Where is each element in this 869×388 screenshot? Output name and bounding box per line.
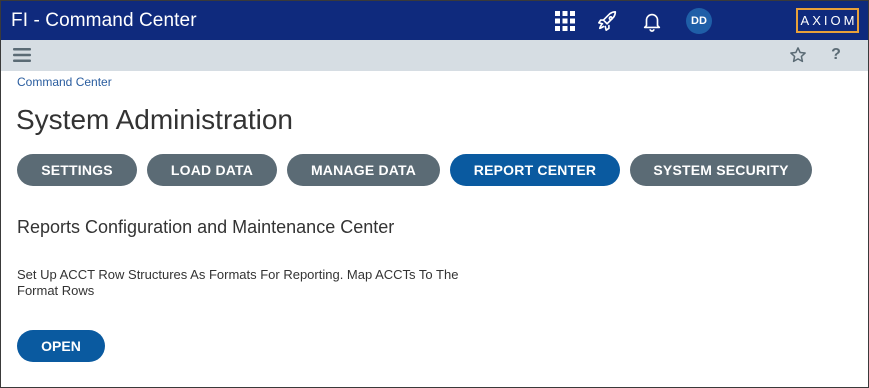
open-button[interactable]: OPEN [17, 330, 105, 362]
bell-icon[interactable] [640, 9, 664, 33]
tab-settings[interactable]: SETTINGS [17, 154, 137, 186]
section-heading: Reports Configuration and Maintenance Ce… [17, 217, 395, 237]
app-title: FI - Command Center [11, 10, 197, 31]
help-icon[interactable]: ? [825, 44, 847, 66]
top-app-bar: FI - Command Center DD AXIOM [1, 1, 868, 40]
section-description: Set Up ACCT Row Structures As Formats Fo… [17, 267, 459, 298]
tab-report-center[interactable]: REPORT CENTER [450, 154, 620, 186]
rocket-icon[interactable] [596, 9, 620, 33]
tab-load-data[interactable]: LOAD DATA [147, 154, 277, 186]
star-icon[interactable] [787, 44, 809, 66]
tab-manage-data[interactable]: MANAGE DATA [287, 154, 440, 186]
user-avatar[interactable]: DD [686, 8, 712, 34]
apps-grid-icon[interactable] [553, 9, 577, 33]
page-title: System Administration [16, 104, 293, 135]
breadcrumb[interactable]: Command Center [17, 75, 112, 89]
secondary-toolbar: ? [1, 40, 868, 71]
hamburger-menu-icon[interactable] [11, 44, 33, 66]
axiom-logo: AXIOM [796, 8, 859, 33]
tab-system-security[interactable]: SYSTEM SECURITY [630, 154, 812, 186]
